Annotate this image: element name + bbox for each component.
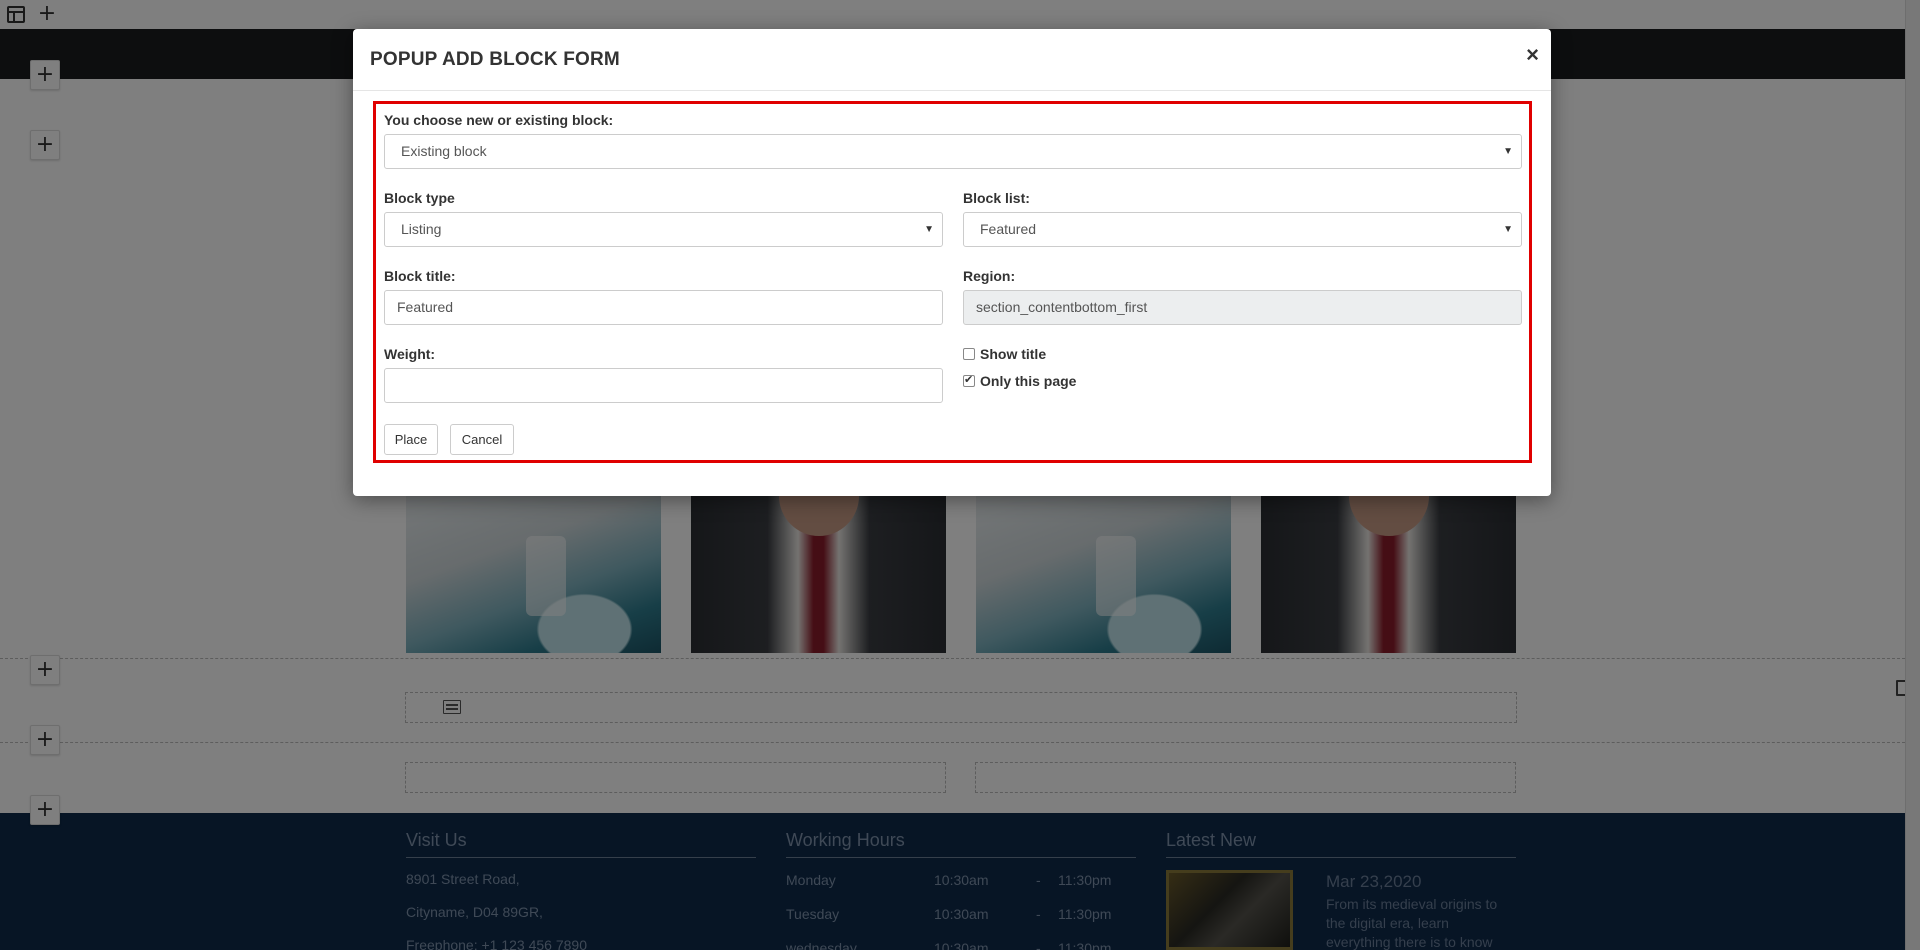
chevron-down-icon: ▼ [924, 224, 934, 235]
weight-input[interactable] [384, 368, 943, 403]
checkbox-icon[interactable] [963, 348, 975, 360]
block-list-select[interactable]: Featured ▼ [963, 212, 1522, 247]
block-type-select[interactable]: Listing ▼ [384, 212, 943, 247]
checkbox-checked-icon[interactable] [963, 373, 975, 387]
only-this-page-label: Only this page [980, 373, 1077, 389]
block-list-value: Featured [980, 221, 1037, 237]
add-block-modal: POPUP ADD BLOCK FORM × You choose new or… [353, 29, 1551, 496]
block-title-label: Block title: [384, 268, 456, 284]
block-type-value: Listing [401, 221, 442, 237]
show-title-checkbox[interactable]: Show title [963, 346, 1046, 362]
only-this-page-checkbox[interactable]: Only this page [963, 373, 1076, 389]
choose-block-select[interactable]: Existing block ▼ [384, 134, 1522, 169]
choose-block-value: Existing block [401, 143, 487, 159]
block-title-input[interactable]: Featured [384, 290, 943, 325]
choose-block-label: You choose new or existing block: [384, 112, 614, 128]
cancel-button[interactable]: Cancel [450, 424, 514, 455]
close-icon[interactable]: × [1526, 44, 1539, 66]
add-block-form: You choose new or existing block: Existi… [373, 101, 1532, 463]
region-label: Region: [963, 268, 1016, 284]
weight-label: Weight: [384, 346, 436, 362]
modal-title: POPUP ADD BLOCK FORM [370, 49, 620, 70]
block-list-label: Block list: [963, 190, 1030, 206]
block-type-label: Block type [384, 190, 455, 206]
chevron-down-icon: ▼ [1503, 146, 1513, 157]
show-title-label: Show title [980, 346, 1047, 362]
chevron-down-icon: ▼ [1503, 224, 1513, 235]
region-input: section_contentbottom_first [963, 290, 1522, 325]
modal-header: POPUP ADD BLOCK FORM × [353, 29, 1551, 91]
place-button[interactable]: Place [384, 424, 438, 455]
